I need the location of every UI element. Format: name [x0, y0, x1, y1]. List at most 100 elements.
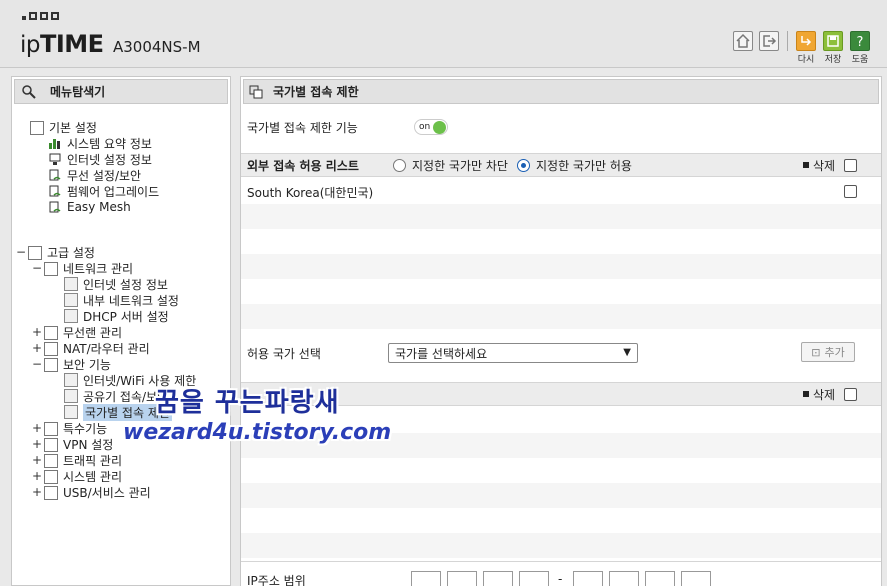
- tree-item-easy-mesh[interactable]: Easy Mesh: [48, 199, 131, 215]
- tree-basic-settings[interactable]: 기본 설정: [30, 119, 97, 135]
- allow-list-title: 외부 접속 허용 리스트: [247, 158, 359, 173]
- redo-label: 다시: [797, 55, 815, 65]
- wifi-icon: [48, 168, 62, 182]
- radio-allow-option[interactable]: 지정한 국가만 허용: [517, 157, 632, 174]
- collapse-toggle[interactable]: −: [32, 357, 42, 371]
- usb-folder-icon: [44, 486, 58, 500]
- tree-security[interactable]: − 보안 기능: [32, 356, 111, 372]
- ip-end-octet-3[interactable]: [645, 571, 675, 586]
- page-icon: [64, 309, 78, 323]
- toggle-knob: [433, 121, 446, 134]
- delete-icon: [803, 162, 809, 168]
- delete-control[interactable]: 삭제: [803, 157, 835, 174]
- radio-block[interactable]: [393, 158, 406, 172]
- country-checkbox[interactable]: [844, 185, 857, 198]
- svg-text:?: ?: [857, 35, 864, 50]
- expand-toggle[interactable]: +: [32, 341, 42, 355]
- tree-item-lan-settings[interactable]: 내부 네트워크 설정: [64, 292, 179, 308]
- top-header: ipTIME A3004NS-M 다시 저장 ? 도움: [0, 0, 887, 68]
- feature-toggle[interactable]: on: [414, 119, 448, 135]
- traffic-folder-icon: [44, 454, 58, 468]
- ip-end-octet-2[interactable]: [609, 571, 639, 586]
- add-button[interactable]: ⊡ 추가: [801, 342, 855, 362]
- tree-traffic-management[interactable]: + 트래픽 관리: [32, 452, 122, 468]
- tree-nat-router[interactable]: + NAT/라우터 관리: [32, 340, 150, 356]
- redo-icon[interactable]: [796, 31, 816, 51]
- tree-item-internet-settings[interactable]: 인터넷 설정 정보: [64, 276, 168, 292]
- menu-explorer-title: 메뉴탐색기: [14, 79, 228, 104]
- save-icon[interactable]: [823, 31, 843, 51]
- select-all-checkbox-2[interactable]: [844, 387, 857, 401]
- home-icon[interactable]: [733, 31, 753, 51]
- ip-range-separator: -: [558, 572, 563, 586]
- collapse-toggle[interactable]: −: [32, 261, 42, 275]
- ip-start-octet-3[interactable]: [483, 571, 513, 586]
- tree-item-internet-info[interactable]: 인터넷 설정 정보: [48, 151, 152, 167]
- tree-item-dhcp-settings[interactable]: DHCP 서버 설정: [64, 308, 169, 324]
- logout-icon[interactable]: [759, 31, 779, 51]
- chevron-down-icon: ▼: [623, 347, 631, 358]
- collapse-toggle[interactable]: −: [16, 245, 26, 259]
- ip-end-octet-1[interactable]: [573, 571, 603, 586]
- tree-item-wireless-security[interactable]: 무선 설정/보안: [48, 167, 141, 183]
- search-icon: [18, 82, 40, 102]
- ip-start-octet-4[interactable]: [519, 571, 549, 586]
- radio-allow[interactable]: [517, 158, 530, 172]
- tree-item-router-access[interactable]: 공유기 접속/보안: [64, 388, 168, 404]
- tree-advanced-settings[interactable]: − 고급 설정: [16, 244, 95, 260]
- help-icon[interactable]: ?: [850, 31, 870, 51]
- wifi-folder-icon: [44, 326, 58, 340]
- country-select-row: 허용 국가 선택 국가를 선택하세요 ▼ ⊡ 추가: [241, 341, 881, 365]
- tree-special-features[interactable]: + 특수기능: [32, 420, 107, 436]
- empty-row: [241, 204, 881, 229]
- help-label: 도움: [851, 55, 869, 65]
- ip-start-octet-1[interactable]: [411, 571, 441, 586]
- page-icon: [64, 389, 78, 403]
- empty-row: [241, 458, 881, 483]
- tree-wireless-management[interactable]: + 무선랜 관리: [32, 324, 122, 340]
- add-icon: ⊡: [811, 345, 821, 359]
- tree-system-management[interactable]: + 시스템 관리: [32, 468, 122, 484]
- header-divider: [787, 31, 788, 51]
- country-select[interactable]: 국가를 선택하세요 ▼: [388, 343, 638, 363]
- expand-toggle[interactable]: +: [32, 421, 42, 435]
- folder-icon: [28, 246, 42, 260]
- watermark-title: 꿈을 꾸는파랑새: [155, 388, 340, 418]
- tree-usb-service[interactable]: + USB/서비스 관리: [32, 484, 151, 500]
- delete-control-2[interactable]: 삭제: [803, 386, 835, 403]
- ip-end-octet-4[interactable]: [681, 571, 711, 586]
- ip-start-octet-2[interactable]: [447, 571, 477, 586]
- main-panel: 국가별 접속 제한 국가별 접속 제한 기능 on 외부 접속 허용 리스트 지…: [240, 76, 882, 586]
- empty-row: [241, 279, 881, 304]
- folder-icon: [44, 422, 58, 436]
- empty-row: [241, 229, 881, 254]
- chart-icon: [48, 136, 62, 150]
- expand-toggle[interactable]: +: [32, 453, 42, 467]
- tree-vpn-settings[interactable]: + VPN 설정: [32, 436, 113, 452]
- empty-row: [241, 304, 881, 329]
- brand-mark-icon: [22, 12, 59, 20]
- expand-toggle[interactable]: +: [32, 325, 42, 339]
- page-title-bar: 국가별 접속 제한: [243, 79, 879, 104]
- menu-explorer-panel: 메뉴탐색기 기본 설정 시스템 요약 정보 인터넷 설정 정보 무선 설정/보안…: [11, 76, 231, 586]
- brand-logo: ipTIME: [20, 30, 104, 58]
- radio-block-option[interactable]: 지정한 국가만 차단: [393, 157, 508, 174]
- country-name: South Korea(대한민국): [247, 186, 374, 200]
- network-folder-icon: [44, 262, 58, 276]
- expand-toggle[interactable]: +: [32, 437, 42, 451]
- delete-icon: [803, 391, 809, 397]
- feature-row: 국가별 접속 제한 기능 on: [241, 117, 881, 137]
- save-label: 저장: [824, 55, 842, 65]
- expand-toggle[interactable]: +: [32, 469, 42, 483]
- select-all-checkbox[interactable]: [844, 158, 857, 172]
- tree-item-firmware-upgrade[interactable]: 펌웨어 업그레이드: [48, 183, 159, 199]
- router-folder-icon: [44, 342, 58, 356]
- page-icon: [64, 405, 78, 419]
- vpn-folder-icon: [44, 438, 58, 452]
- tree-item-system-summary[interactable]: 시스템 요약 정보: [48, 135, 152, 151]
- expand-toggle[interactable]: +: [32, 485, 42, 499]
- mesh-icon: [48, 200, 62, 214]
- ip-range-label: IP주소 범위: [247, 574, 306, 586]
- tree-network-management[interactable]: − 네트워크 관리: [32, 260, 133, 276]
- empty-row: [241, 508, 881, 533]
